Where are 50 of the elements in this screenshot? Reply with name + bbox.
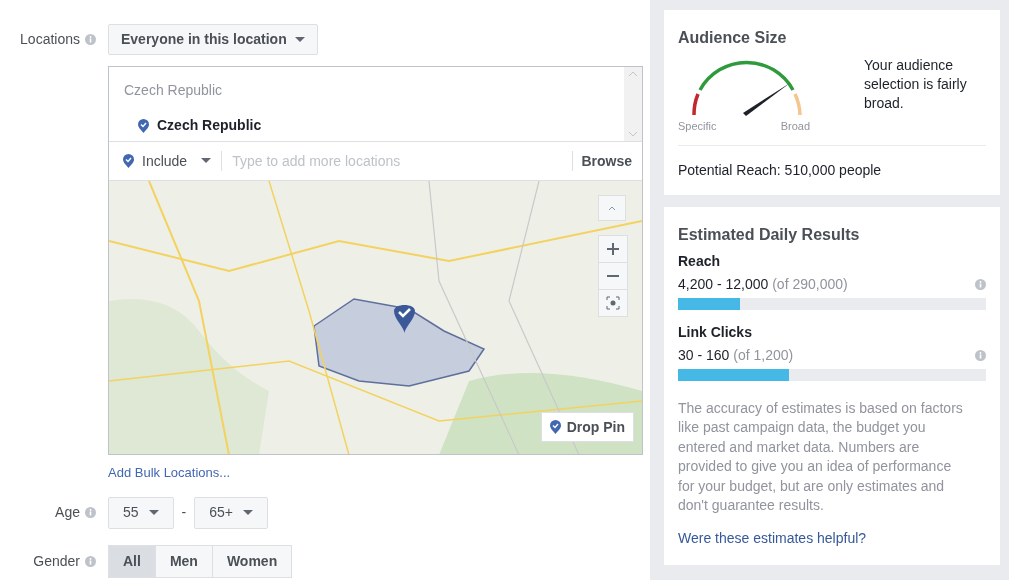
field-label: Age (55, 503, 80, 522)
disclaimer-text: The accuracy of estimates is based on factors like past campaign data, the budget you entered and market data. Numbers are provided to give you an idea of performance for your budget, but are only estimates and don't guarantee results. (678, 398, 964, 515)
gender-option[interactable]: Men (154, 544, 213, 578)
card-title: Estimated Daily Results (678, 224, 861, 245)
location-item[interactable]: Czech Republic (157, 115, 262, 136)
location-pin-icon (123, 154, 134, 168)
gender-option[interactable]: All (108, 544, 156, 578)
field-label: Locations (20, 29, 80, 49)
chevron-down-icon (628, 131, 638, 137)
field-label: Gender (33, 551, 80, 571)
caret-icon (243, 509, 253, 516)
age-separator: - (181, 503, 187, 522)
recenter-icon (606, 296, 620, 310)
location-pin-icon (549, 420, 561, 434)
gauge-label: Broad (780, 119, 810, 134)
drop-pin-button[interactable]: Drop Pin (540, 412, 634, 442)
gender-option[interactable]: Women (211, 544, 293, 578)
potential-reach: Potential Reach: 510,000 people (678, 160, 883, 180)
chevron-up-icon (608, 205, 616, 211)
info-icon (85, 555, 96, 567)
gauge-label: Specific (678, 119, 717, 134)
caret-icon (294, 36, 305, 43)
caret-icon (148, 509, 159, 516)
age-min-dropdown[interactable]: 55 (108, 496, 174, 529)
info-icon (975, 278, 986, 290)
include-dropdown[interactable]: Include (123, 150, 212, 172)
metric-range: 30 - 160 (678, 346, 730, 363)
metric-total: (of 290,000) (772, 275, 848, 292)
add-bulk-locations-link[interactable]: Add Bulk Locations... (108, 463, 231, 483)
audience-description: Your audience selection is fairly broad. (864, 56, 968, 113)
age-max-dropdown[interactable]: 65+ (194, 496, 268, 529)
metric-label: Link Clicks (678, 322, 753, 342)
list-header: Czech Republic (124, 81, 224, 100)
targeting-dropdown[interactable]: Everyone in this location (108, 24, 318, 55)
scrollbar[interactable] (624, 67, 642, 141)
card-title: Audience Size (678, 28, 788, 48)
plus-icon (607, 243, 619, 255)
minus-icon (607, 275, 619, 277)
location-pin-icon (138, 118, 149, 133)
metric-total: (of 1,200) (733, 346, 794, 363)
info-icon (85, 507, 96, 518)
feedback-link[interactable]: Were these estimates helpful? (678, 527, 867, 549)
metric-label: Reach (678, 251, 722, 271)
caret-icon (201, 158, 212, 164)
info-icon (85, 33, 96, 45)
info-icon (975, 349, 986, 361)
metric-range: 4,200 - 12,000 (678, 275, 769, 292)
chevron-up-icon (628, 71, 638, 77)
location-input[interactable]: Type to add more locations (232, 150, 573, 172)
browse-button[interactable]: Browse (581, 150, 632, 172)
